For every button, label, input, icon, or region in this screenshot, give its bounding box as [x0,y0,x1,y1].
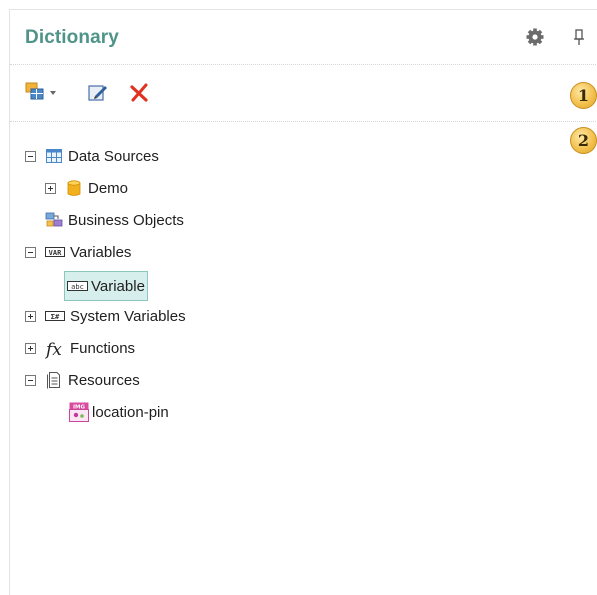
callout-badge-2: 2 [570,127,597,154]
var-icon: VAR [45,243,65,261]
tree-item-data-sources[interactable]: Data Sources [25,144,159,168]
pin-icon[interactable] [566,24,592,50]
resources-icon [45,371,63,389]
new-item-dropdown-button[interactable] [24,81,60,105]
business-objects-icon [45,211,63,229]
svg-text:abc: abc [71,283,84,291]
tree-item-resources[interactable]: Resources [25,368,140,392]
tree-item-label: Resources [68,371,140,389]
tree-item-label: Business Objects [68,211,184,229]
system-variables-icon: Σ# [45,307,65,325]
tree-item-label: Variables [70,243,132,261]
expand-toggle[interactable] [25,310,36,322]
tree-item-variables[interactable]: VAR Variables [25,240,131,264]
edit-button[interactable] [86,81,110,105]
delete-icon [127,83,151,109]
svg-text:VAR: VAR [49,249,62,257]
delete-button[interactable] [127,81,151,105]
callout-badge-1: 1 [570,82,597,109]
image-resource-icon: IMG [69,402,89,422]
tree-item-demo[interactable]: Demo [45,176,128,200]
panel-title: Dictionary [25,27,119,48]
collapse-toggle[interactable] [25,150,36,162]
edit-icon [86,85,110,109]
abc-icon: abc [67,277,88,295]
dictionary-toolbar [10,65,597,122]
tree-item-label: Variable [91,277,145,295]
tree-item-business-objects[interactable]: Business Objects [45,208,184,232]
expand-toggle[interactable] [25,342,36,354]
gear-icon[interactable] [522,24,548,50]
tree-item-label: Data Sources [68,147,159,165]
tree-item-variable[interactable]: abc Variable [64,271,148,301]
expand-toggle[interactable] [45,182,56,194]
tree-item-label: Demo [88,179,129,197]
datasource-table-icon [45,147,63,165]
tree-item-functions[interactable]: fx Functions [25,336,135,360]
collapse-toggle[interactable] [25,246,36,258]
svg-text:Σ#: Σ# [51,313,60,321]
tree-item-label: System Variables [70,307,186,325]
tree-item-system-variables[interactable]: Σ# System Variables [25,304,186,328]
fx-icon: fx [44,339,65,360]
tree-item-label: Functions [70,339,136,357]
svg-text:fx: fx [45,340,62,359]
tree-item-location-pin[interactable]: IMG location-pin [69,400,169,424]
collapse-toggle[interactable] [25,374,36,386]
dictionary-panel: Dictionary 1 2 Data Sources Demo Busines… [9,9,597,595]
panel-header: Dictionary [10,10,597,65]
tree-item-label: location-pin [92,403,169,421]
database-icon [65,179,83,197]
new-item-icon [24,82,60,109]
